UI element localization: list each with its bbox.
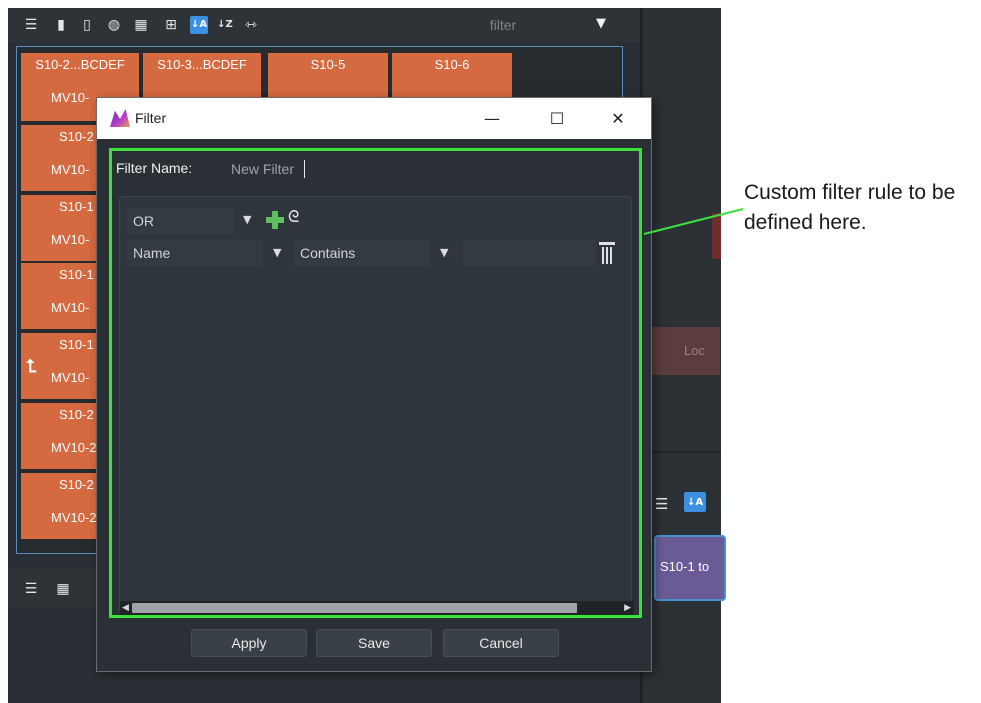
minimize-button[interactable]: —	[477, 104, 507, 132]
scroll-left-icon[interactable]: ◀	[122, 601, 129, 615]
chevron-down-icon[interactable]: ▼	[273, 246, 281, 259]
chevron-down-icon[interactable]: ▼	[243, 213, 251, 226]
top-toolbar: ☰ ▮ ▯ ◍ ▦ ⊞ ↓A ↓Z ⇿ filter ▼	[8, 8, 640, 42]
add-rule-icon[interactable]	[266, 211, 284, 229]
sort-az-icon[interactable]: ↓A	[684, 492, 706, 512]
filter-name-input[interactable]	[231, 159, 431, 179]
dialog-titlebar[interactable]: Filter — ☐ ✕	[97, 98, 651, 139]
trash-lid	[599, 242, 615, 245]
paste-special-icon[interactable]: ◍	[105, 16, 123, 34]
tile-label: S10-2...BCDEF	[35, 57, 125, 72]
scrollbar-thumb[interactable]	[132, 603, 577, 613]
cancel-button[interactable]: Cancel	[443, 629, 559, 657]
text-cursor	[304, 160, 305, 178]
tile[interactable]: S10-5	[268, 53, 388, 101]
tile[interactable]: S10-3...BCDEF	[143, 53, 261, 101]
logic-operator-select[interactable]: OR	[127, 208, 234, 234]
tile-small-icon[interactable]: ⊞	[162, 16, 180, 34]
tile-large-icon[interactable]: ▦	[54, 580, 72, 598]
divider	[643, 451, 721, 453]
trash-icon[interactable]	[599, 242, 615, 264]
swap-arrow-icon: ⮤	[26, 356, 37, 377]
tile-large-icon[interactable]: ▦	[132, 16, 150, 34]
apply-button[interactable]: Apply	[191, 629, 307, 657]
filter-name-label: Filter Name:	[116, 160, 193, 176]
annotation-text: Custom filter rule to be defined here.	[744, 181, 956, 234]
list-view-icon[interactable]: ☰	[22, 16, 40, 34]
red-button-edge[interactable]	[712, 213, 721, 259]
clipboard-icon[interactable]: ▯	[78, 16, 96, 34]
fit-width-icon[interactable]: ⇿	[242, 16, 260, 34]
funnel-icon[interactable]: ▼	[596, 16, 606, 31]
trash-can	[602, 247, 612, 264]
document-icon[interactable]: ▮	[52, 16, 70, 34]
sort-az-icon[interactable]: ↓A	[190, 16, 208, 34]
list-view-icon[interactable]: ☰	[655, 495, 668, 513]
value-input[interactable]	[463, 240, 596, 266]
add-group-icon[interactable]: ᘓ	[288, 207, 299, 227]
maximize-button[interactable]: ☐	[542, 104, 572, 132]
filter-field[interactable]: filter	[448, 17, 558, 33]
tile-label: S10-3...BCDEF	[157, 57, 247, 72]
scroll-right-icon[interactable]: ▶	[624, 601, 631, 615]
app-logo-icon	[110, 109, 130, 127]
field-select[interactable]: Name	[127, 240, 263, 266]
horizontal-scrollbar[interactable]: ◀ ▶	[120, 601, 634, 615]
dialog-title: Filter	[135, 110, 167, 126]
lock-button[interactable]: Loc	[650, 327, 720, 375]
chevron-down-icon[interactable]: ▼	[440, 246, 448, 259]
tile[interactable]: S10-1 to	[654, 535, 726, 601]
sort-za-icon[interactable]: ↓Z	[216, 16, 234, 34]
tile-label: S10-5	[310, 57, 346, 72]
tile[interactable]: S10-6	[392, 53, 512, 101]
tile-label: S10-6	[434, 57, 470, 72]
save-button[interactable]: Save	[316, 629, 432, 657]
close-button[interactable]: ✕	[603, 104, 633, 132]
list-view-icon[interactable]: ☰	[22, 580, 40, 598]
operator-select[interactable]: Contains	[294, 240, 430, 266]
